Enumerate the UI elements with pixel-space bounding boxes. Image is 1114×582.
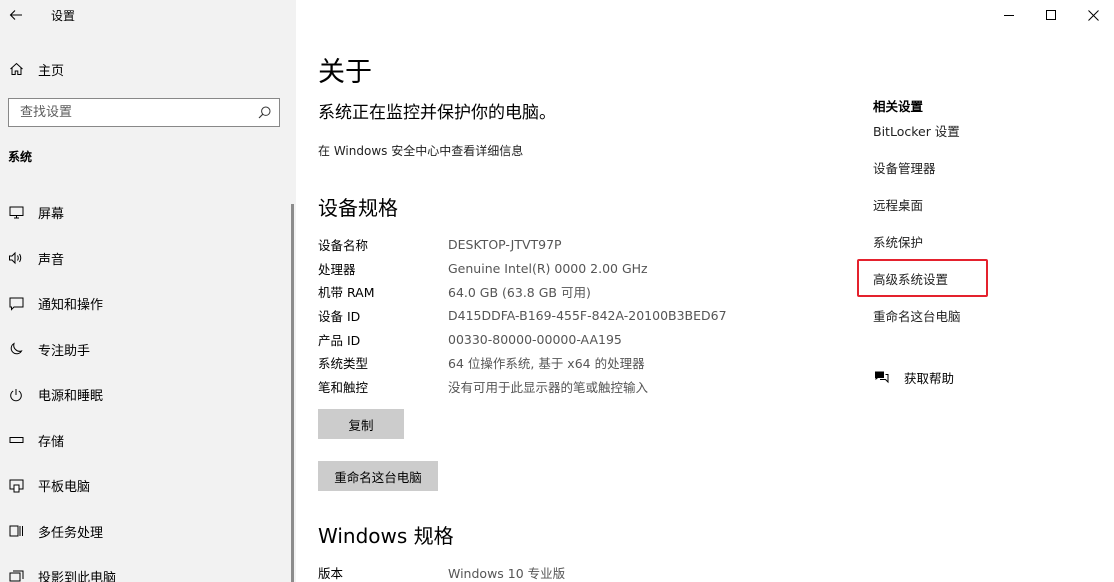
spec-row: 处理器 Genuine Intel(R) 0000 2.00 GHz <box>318 257 727 281</box>
sidebar-item-display[interactable]: 屏幕 <box>0 190 296 236</box>
related-settings: 相关设置 BitLocker 设置 设备管理器 远程桌面 系统保护 高级系统设置… <box>873 96 1093 324</box>
spec-row: 产品 ID 00330-80000-00000-AA195 <box>318 327 727 351</box>
sidebar-nav: 屏幕 声音 通知和操作 专注助手 电源和睡眠 存储 平板电脑 多任务处理 投影到… <box>0 190 296 582</box>
back-arrow-icon <box>9 10 22 20</box>
sidebar-item-sound[interactable]: 声音 <box>0 236 296 282</box>
security-center-link[interactable]: 在 Windows 安全中心中查看详细信息 <box>318 142 523 159</box>
device-manager-link[interactable]: 设备管理器 <box>873 158 936 177</box>
related-settings-title: 相关设置 <box>873 99 924 114</box>
sidebar-item-label: 平板电脑 <box>38 480 91 496</box>
sidebar-item-home[interactable]: 主页 <box>0 56 296 82</box>
get-help-label: 获取帮助 <box>904 371 955 386</box>
protection-status-text: 系统正在监控并保护你的电脑。 <box>318 103 556 123</box>
sidebar-item-power-sleep[interactable]: 电源和睡眠 <box>0 372 296 418</box>
search-icon <box>258 106 271 119</box>
moon-icon <box>8 341 24 357</box>
titlebar: 设置 <box>0 0 75 30</box>
sidebar-item-label: 存储 <box>38 434 65 450</box>
spec-value: 没有可用于此显示器的笔或触控输入 <box>448 379 649 395</box>
sidebar-item-label: 专注助手 <box>38 343 91 359</box>
sidebar: 设置 主页 系统 屏幕 声音 通知和操作 <box>0 0 296 582</box>
sidebar-item-label: 通知和操作 <box>38 298 104 314</box>
highlight-annotation <box>857 259 988 297</box>
sidebar-scrollbar[interactable] <box>291 204 294 582</box>
spec-value: 00330-80000-00000-AA195 <box>448 331 622 347</box>
spec-value: Windows 10 专业版 <box>448 566 566 582</box>
page-title: 关于 <box>318 57 372 88</box>
windows-specs-table: 版本 Windows 10 专业版 <box>318 561 565 582</box>
project-icon <box>8 569 24 582</box>
spec-key: 系统类型 <box>318 356 369 372</box>
sidebar-item-label: 多任务处理 <box>38 525 104 541</box>
device-specs-table: 设备名称 DESKTOP-JTVT97P 处理器 Genuine Intel(R… <box>318 233 727 398</box>
search-input[interactable] <box>20 105 240 120</box>
section-label: 系统 <box>8 150 33 164</box>
sidebar-item-label: 屏幕 <box>38 207 65 223</box>
rename-pc-link[interactable]: 重命名这台电脑 <box>873 306 961 325</box>
sidebar-item-focus-assist[interactable]: 专注助手 <box>0 327 296 373</box>
spec-key: 机带 RAM <box>318 285 375 301</box>
sidebar-item-tablet[interactable]: 平板电脑 <box>0 463 296 509</box>
spec-value: 64 位操作系统, 基于 x64 的处理器 <box>448 356 645 372</box>
main-content: 关于 系统正在监控并保护你的电脑。 在 Windows 安全中心中查看详细信息 … <box>296 0 1114 582</box>
spec-value: 64.0 GB (63.8 GB 可用) <box>448 285 591 301</box>
sidebar-item-label: 投影到此电脑 <box>38 571 117 582</box>
spec-row: 版本 Windows 10 专业版 <box>318 561 565 582</box>
system-protection-link[interactable]: 系统保护 <box>873 232 923 251</box>
spec-value: D415DDFA-B169-455F-842A-20100B3BED67 <box>448 308 727 324</box>
back-button[interactable] <box>1 0 31 30</box>
tablet-icon <box>8 478 24 494</box>
power-icon <box>8 387 24 403</box>
search-box[interactable] <box>8 98 280 127</box>
home-icon <box>8 62 24 76</box>
spec-value: DESKTOP-JTVT97P <box>448 237 562 253</box>
remote-desktop-link[interactable]: 远程桌面 <box>873 195 923 214</box>
spec-row: 系统类型 64 位操作系统, 基于 x64 的处理器 <box>318 351 727 375</box>
bitlocker-settings-link[interactable]: BitLocker 设置 <box>873 121 960 140</box>
multitask-icon <box>8 523 24 539</box>
spec-key: 处理器 <box>318 261 356 277</box>
spec-row: 机带 RAM 64.0 GB (63.8 GB 可用) <box>318 280 727 304</box>
spec-row: 笔和触控 没有可用于此显示器的笔或触控输入 <box>318 375 727 399</box>
spec-value: Genuine Intel(R) 0000 2.00 GHz <box>448 260 648 276</box>
sidebar-item-label: 电源和睡眠 <box>38 389 104 405</box>
app-title: 设置 <box>51 8 76 23</box>
speaker-icon <box>8 250 24 266</box>
spec-key: 设备名称 <box>318 238 369 254</box>
get-help-link[interactable]: 获取帮助 <box>873 368 954 387</box>
sidebar-item-project[interactable]: 投影到此电脑 <box>0 554 296 582</box>
chat-help-icon <box>875 371 889 384</box>
notification-icon <box>8 296 24 312</box>
storage-icon <box>8 432 24 448</box>
spec-key: 版本 <box>318 566 344 582</box>
sidebar-item-label: 声音 <box>38 252 65 268</box>
spec-key: 笔和触控 <box>318 379 369 395</box>
spec-key: 产品 ID <box>318 332 361 348</box>
sidebar-item-storage[interactable]: 存储 <box>0 418 296 464</box>
spec-key: 设备 ID <box>318 309 361 325</box>
sidebar-item-notifications[interactable]: 通知和操作 <box>0 281 296 327</box>
device-specs-heading: 设备规格 <box>318 196 398 220</box>
spec-row: 设备 ID D415DDFA-B169-455F-842A-20100B3BED… <box>318 304 727 328</box>
monitor-icon <box>8 205 24 221</box>
spec-row: 设备名称 DESKTOP-JTVT97P <box>318 233 727 257</box>
sidebar-item-multitasking[interactable]: 多任务处理 <box>0 509 296 555</box>
copy-button[interactable]: 复制 <box>318 409 404 439</box>
windows-specs-heading: Windows 规格 <box>318 524 454 548</box>
sidebar-item-label: 主页 <box>38 63 65 79</box>
rename-pc-button[interactable]: 重命名这台电脑 <box>318 461 438 491</box>
